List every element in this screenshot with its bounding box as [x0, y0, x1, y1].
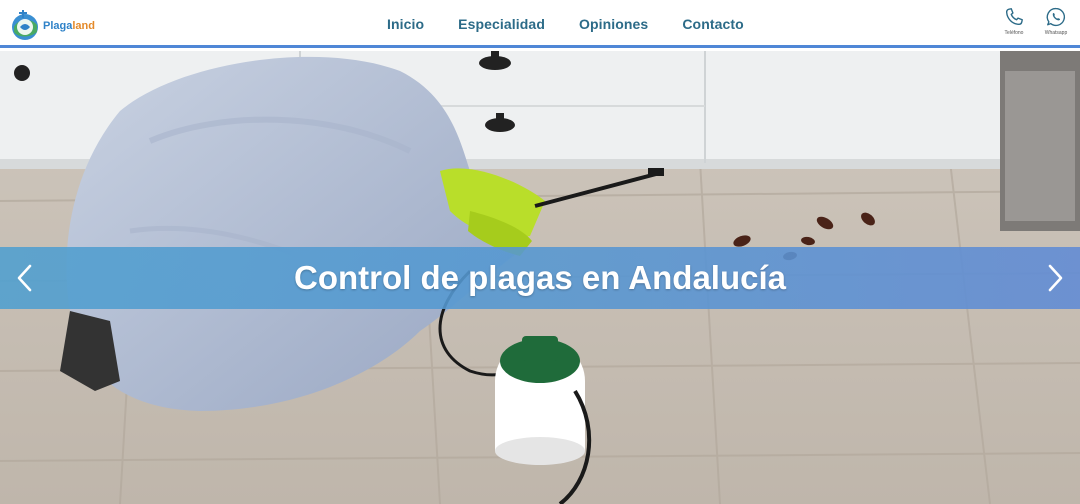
nav-item-opiniones[interactable]: Opiniones [579, 16, 648, 32]
nav-item-inicio[interactable]: Inicio [387, 16, 424, 32]
phone-button[interactable]: Teléfono [1000, 6, 1028, 36]
nav-item-especialidad[interactable]: Especialidad [458, 16, 545, 32]
carousel-next-button[interactable] [1040, 260, 1070, 296]
brand-name: Plagaland [43, 20, 95, 32]
brand-logo[interactable]: Plagaland [10, 6, 100, 44]
brand-name-part1: Plaga [43, 20, 73, 32]
contact-icons: Teléfono Whatsapp [986, 6, 1070, 36]
phone-icon [1005, 8, 1023, 26]
hero-carousel: Control de plagas en Andalucía [0, 51, 1080, 504]
whatsapp-button[interactable]: Whatsapp [1042, 6, 1070, 36]
whatsapp-icon [1046, 7, 1066, 27]
brand-name-part2: land [72, 20, 95, 32]
hero-title: Control de plagas en Andalucía [293, 259, 787, 296]
hero-caption-band: Control de plagas en Andalucía [0, 247, 1080, 309]
chevron-left-icon [17, 264, 32, 292]
main-nav: Inicio Especialidad Opiniones Contacto [370, 0, 778, 48]
globe-cross-logo-icon [12, 10, 38, 40]
site-header: Plagaland Inicio Especialidad Opiniones … [0, 0, 1080, 48]
whatsapp-label: Whatsapp [1044, 30, 1068, 36]
chevron-right-icon [1048, 264, 1063, 292]
phone-label: Teléfono [1004, 30, 1024, 36]
nav-item-contacto[interactable]: Contacto [682, 16, 743, 32]
carousel-prev-button[interactable] [10, 260, 40, 296]
